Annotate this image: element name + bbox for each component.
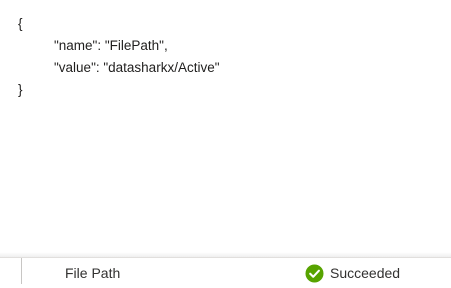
json-output-panel: { "name": "FilePath", "value": "datashar…: [0, 0, 451, 256]
json-line: {: [18, 16, 23, 31]
activity-name: File Path: [65, 265, 121, 281]
check-circle-icon: [305, 264, 324, 283]
row-divider: [21, 258, 22, 284]
json-line: }: [18, 82, 23, 97]
activity-row[interactable]: File Path Succeeded: [0, 257, 451, 284]
status-cell: Succeeded: [305, 263, 400, 283]
json-line: "name": "FilePath",: [54, 38, 168, 53]
json-line: "value": "datasharkx/Active": [54, 60, 220, 75]
status-text: Succeeded: [330, 265, 401, 281]
